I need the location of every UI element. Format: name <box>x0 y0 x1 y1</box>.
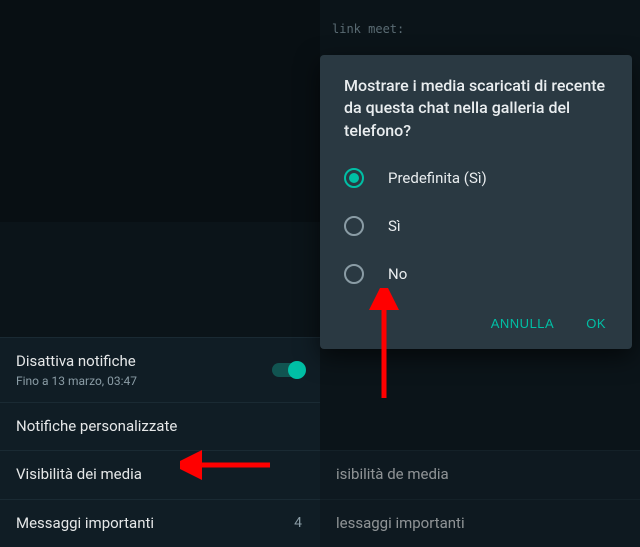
dialog-title: Mostrare i media scaricati di recente da… <box>320 75 632 154</box>
mute-toggle[interactable] <box>272 361 306 379</box>
important-messages-bg-label: lessaggi importanti <box>336 514 624 534</box>
radio-icon <box>344 264 364 284</box>
important-messages-row-bg: lessaggi importanti <box>320 499 640 547</box>
top-dark-area <box>0 0 320 222</box>
media-visibility-bg-label: isibilità de media <box>336 465 624 485</box>
radio-icon-selected <box>344 168 364 188</box>
important-count: 4 <box>294 515 302 531</box>
important-messages-label: Messaggi importanti <box>16 514 304 534</box>
custom-notifications-row[interactable]: Notifiche personalizzate <box>0 402 320 451</box>
right-screenshot: link meet: isibilità de media lessaggi i… <box>320 0 640 547</box>
radio-icon <box>344 216 364 236</box>
radio-label-default: Predefinita (Sì) <box>388 169 487 187</box>
cancel-button[interactable]: ANNULLA <box>477 306 568 341</box>
faint-link-text: link meet: <box>332 22 404 36</box>
ok-button[interactable]: OK <box>572 306 620 341</box>
settings-list-left: Disattiva notifiche Fino a 13 marzo, 03:… <box>0 337 320 547</box>
custom-notifications-label: Notifiche personalizzate <box>16 417 304 437</box>
annotation-arrow-left <box>180 445 280 485</box>
radio-label-no: No <box>388 265 407 283</box>
media-visibility-row-bg: isibilità de media <box>320 450 640 499</box>
mute-notifications-row[interactable]: Disattiva notifiche Fino a 13 marzo, 03:… <box>0 337 320 402</box>
settings-list-right: isibilità de media lessaggi importanti <box>320 450 640 547</box>
toggle-thumb <box>288 361 306 379</box>
radio-option-yes[interactable]: Sì <box>320 202 632 250</box>
radio-label-yes: Sì <box>388 217 401 235</box>
annotation-arrow-up <box>364 288 404 408</box>
important-messages-row[interactable]: Messaggi importanti 4 <box>0 499 320 547</box>
mute-subtitle: Fino a 13 marzo, 03:47 <box>16 374 264 388</box>
mute-title: Disattiva notifiche <box>16 352 264 372</box>
radio-option-default[interactable]: Predefinita (Sì) <box>320 154 632 202</box>
